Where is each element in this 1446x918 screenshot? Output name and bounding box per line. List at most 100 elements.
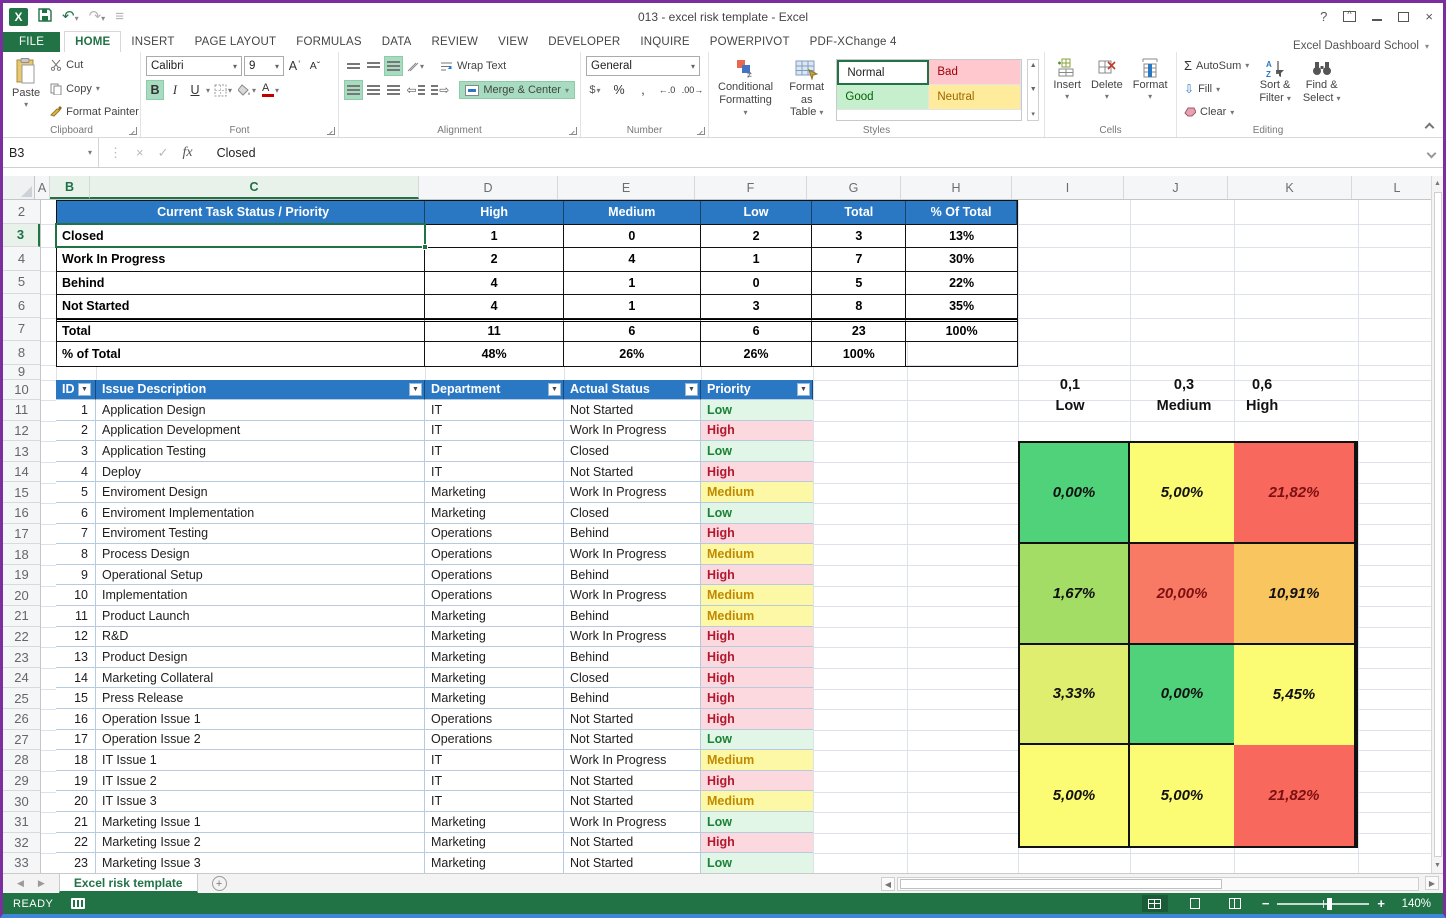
row-header[interactable]: 15 — [3, 482, 40, 503]
percent-style-button[interactable]: % — [610, 80, 628, 100]
issue-priority-cell[interactable]: Medium — [701, 750, 813, 771]
italic-button[interactable]: I — [166, 80, 184, 100]
add-sheet-icon[interactable]: + — [212, 876, 227, 891]
decrease-font-button[interactable]: Aˇ — [306, 56, 324, 76]
issue-priority-cell[interactable]: High — [701, 709, 813, 730]
summary-cell[interactable]: 1 — [701, 248, 813, 272]
issue-id-cell[interactable]: 17 — [56, 730, 96, 751]
help-icon[interactable]: ? — [1320, 10, 1327, 23]
issue-status-cell[interactable]: Not Started — [564, 833, 701, 854]
matrix-cell[interactable]: 5,45% — [1234, 645, 1356, 746]
row-header[interactable]: 8 — [3, 341, 40, 365]
ribbon-tab[interactable]: FILE — [3, 32, 60, 52]
issue-department-cell[interactable]: Operations — [425, 709, 564, 730]
row-header[interactable]: 21 — [3, 606, 40, 627]
column-header[interactable]: H — [901, 176, 1012, 199]
style-gallery-item[interactable]: Bad — [929, 60, 1021, 85]
issue-status-cell[interactable]: Behind — [564, 524, 701, 545]
summary-cell[interactable]: 13% — [906, 225, 1017, 249]
matrix-cell[interactable]: 10,91% — [1234, 544, 1356, 645]
number-dialog-launcher-icon[interactable] — [697, 127, 705, 135]
matrix-cell[interactable]: 5,00% — [1130, 745, 1234, 846]
issue-id-cell[interactable]: 11 — [56, 606, 96, 627]
issue-department-cell[interactable]: Marketing — [425, 606, 564, 627]
row-header[interactable]: 11 — [3, 400, 40, 421]
summary-cell[interactable]: 6 — [701, 319, 813, 343]
issue-priority-cell[interactable]: High — [701, 668, 813, 689]
minimize-icon[interactable] — [1372, 19, 1382, 21]
decrease-indent-button[interactable]: ⇦ — [405, 80, 427, 100]
borders-button[interactable]: ▾ — [212, 80, 234, 100]
issue-id-cell[interactable]: 5 — [56, 482, 96, 503]
summary-cell[interactable]: 22% — [906, 272, 1017, 296]
zoom-level[interactable]: 140% — [1399, 898, 1431, 910]
chevron-down-icon[interactable]: ▾ — [206, 86, 210, 95]
enter-icon[interactable]: ✓ — [158, 145, 169, 161]
issues-header-cell[interactable]: ID▼ — [56, 380, 96, 401]
next-sheet-icon[interactable]: ▶ — [38, 878, 45, 889]
filter-icon[interactable]: ▼ — [797, 383, 810, 396]
row-header[interactable]: 14 — [3, 462, 40, 483]
column-header[interactable]: I — [1012, 176, 1124, 199]
issue-description-cell[interactable]: Implementation — [96, 585, 425, 606]
issue-status-cell[interactable]: Work In Progress — [564, 627, 701, 648]
issue-department-cell[interactable]: Operations — [425, 544, 564, 565]
align-center-button[interactable] — [365, 80, 383, 100]
matrix-cell[interactable]: 1,67% — [1020, 544, 1130, 645]
issue-department-cell[interactable]: Operations — [425, 585, 564, 606]
row-header[interactable]: 27 — [3, 730, 40, 751]
issue-id-cell[interactable]: 3 — [56, 441, 96, 462]
row-header[interactable]: 13 — [3, 441, 40, 462]
row-header[interactable]: 28 — [3, 750, 40, 771]
summary-cell[interactable]: 6 — [564, 319, 701, 343]
issue-status-cell[interactable]: Behind — [564, 606, 701, 627]
summary-cell[interactable]: 4 — [425, 295, 564, 319]
summary-cell[interactable]: 3 — [701, 295, 813, 319]
summary-header-cell[interactable]: High — [425, 201, 564, 225]
issue-status-cell[interactable]: Not Started — [564, 730, 701, 751]
filter-icon[interactable]: ▼ — [78, 383, 91, 396]
column-header[interactable]: C — [90, 176, 419, 199]
issue-department-cell[interactable]: Marketing — [425, 812, 564, 833]
column-header[interactable]: G — [807, 176, 901, 199]
row-header[interactable]: 17 — [3, 524, 40, 545]
summary-header-cell[interactable]: Low — [701, 201, 813, 225]
issue-department-cell[interactable]: IT — [425, 750, 564, 771]
insert-function-icon[interactable]: fx — [183, 145, 193, 161]
issue-status-cell[interactable]: Closed — [564, 503, 701, 524]
row-header[interactable]: 19 — [3, 565, 40, 586]
summary-cell[interactable]: 26% — [564, 342, 701, 366]
number-format-select[interactable]: General▾ — [586, 56, 700, 76]
row-header[interactable]: 33 — [3, 853, 40, 873]
issue-priority-cell[interactable]: Medium — [701, 585, 813, 606]
insert-cells-button[interactable]: Insert▾ — [1049, 56, 1085, 121]
issue-status-cell[interactable]: Work In Progress — [564, 482, 701, 503]
bold-button[interactable]: B — [146, 80, 164, 100]
row-header[interactable]: 29 — [3, 771, 40, 792]
ribbon-tab[interactable]: FORMULAS — [286, 32, 372, 52]
row-header[interactable]: 4 — [3, 247, 40, 271]
issue-id-cell[interactable]: 12 — [56, 627, 96, 648]
summary-cell[interactable]: 0 — [564, 225, 701, 249]
issue-department-cell[interactable]: Marketing — [425, 853, 564, 873]
fill-color-button[interactable]: ▾ — [236, 80, 258, 100]
issue-department-cell[interactable]: Marketing — [425, 833, 564, 854]
issue-description-cell[interactable]: R&D — [96, 627, 425, 648]
issue-priority-cell[interactable]: Low — [701, 400, 813, 421]
style-gallery-item[interactable]: Neutral — [929, 85, 1021, 110]
summary-cell[interactable]: 0 — [701, 272, 813, 296]
issue-status-cell[interactable]: Closed — [564, 441, 701, 462]
horizontal-scrollbar[interactable]: ◀ — [881, 876, 1419, 892]
issue-priority-cell[interactable]: Medium — [701, 544, 813, 565]
ribbon-tab[interactable]: POWERPIVOT — [700, 32, 800, 52]
save-icon[interactable] — [38, 8, 52, 25]
issue-priority-cell[interactable]: Low — [701, 730, 813, 751]
zoom-slider-thumb[interactable] — [1327, 898, 1332, 910]
issue-description-cell[interactable]: Application Testing — [96, 441, 425, 462]
issue-priority-cell[interactable]: Medium — [701, 606, 813, 627]
issue-description-cell[interactable]: Operation Issue 1 — [96, 709, 425, 730]
row-header[interactable]: 16 — [3, 503, 40, 524]
autosum-button[interactable]: ΣAutoSum▾ — [1182, 58, 1251, 73]
cancel-icon[interactable]: × — [136, 145, 144, 160]
summary-label-cell[interactable]: Not Started — [57, 295, 425, 319]
